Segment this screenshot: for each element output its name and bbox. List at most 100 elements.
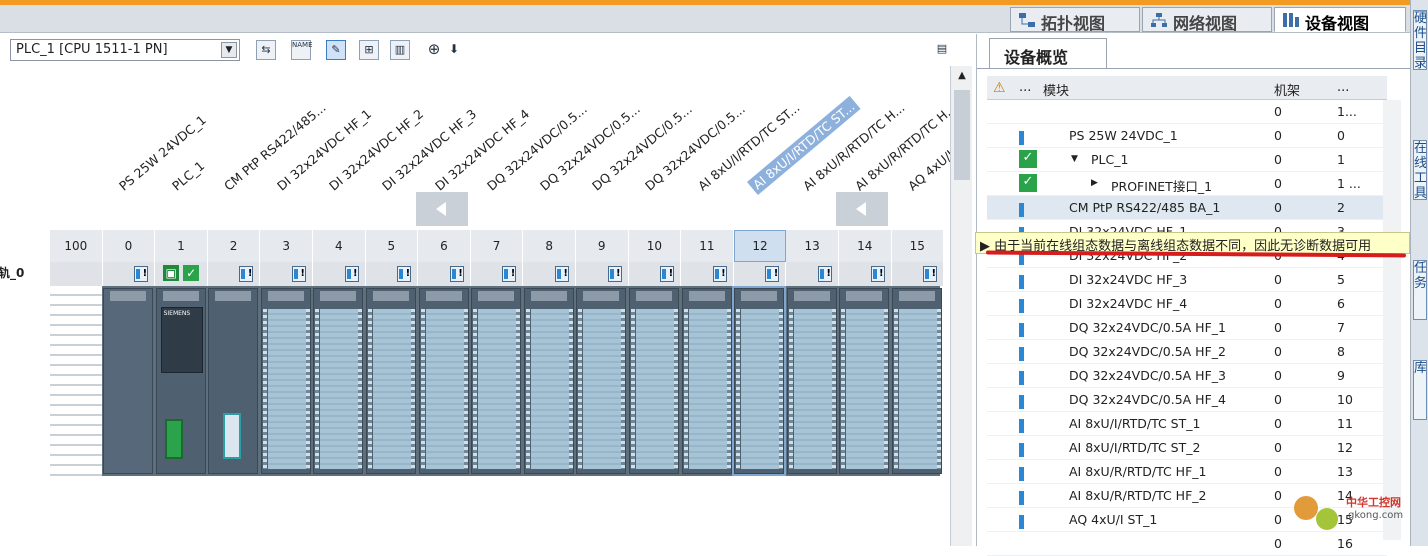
rack-module[interactable] [839,288,890,474]
slot-number[interactable]: 0 [102,230,156,262]
tab-network-view[interactable]: 网络视图 [1142,7,1272,33]
slot-number[interactable]: 8 [523,230,576,262]
slot-module-label[interactable]: DI 32x24VDC HF_1 [274,106,374,193]
table-row[interactable]: ! AI 8xU/I/RTD/TC ST_1 0 11 [987,412,1387,436]
table-row[interactable]: ! DQ 32x24VDC/0.5A HF_1 0 7 [987,316,1387,340]
diagnostic-unavailable-icon: ! [1019,487,1024,505]
slot-module-label[interactable]: PS 25W 24VDC_1 [116,112,209,193]
rack-module[interactable] [366,288,416,474]
table-row[interactable]: ! AI 8xU/R/RTD/TC HF_1 0 13 [987,460,1387,484]
table-row[interactable]: 0 1... [987,100,1387,124]
rack-module[interactable] [681,288,732,474]
slot-status-cell: ▣ ✓ [155,262,208,286]
table-row[interactable]: ! DQ 32x24VDC/0.5A HF_2 0 8 [987,340,1387,364]
slot-number[interactable]: 14 [838,230,892,262]
table-row[interactable]: ! DI 32x24VDC HF_3 0 5 [987,268,1387,292]
swap-icon[interactable]: ⇆ [256,40,276,60]
rack-module[interactable] [629,288,679,474]
rack-module[interactable] [208,288,259,474]
table-row[interactable]: ! CM PtP RS422/485 BA_1 0 2 [987,196,1387,220]
overview-scrollbar[interactable] [1383,100,1401,540]
diagnostic-unavailable-icon: ! [870,266,885,282]
tab-device-overview[interactable]: 设备概览 [989,38,1107,68]
zoom-icon[interactable]: ⊕ [424,40,444,60]
rack-module[interactable] [892,288,942,474]
slot-number[interactable]: 7 [470,230,524,262]
slot-number[interactable]: 12 [733,230,787,262]
slot-status-cell: ! [102,262,156,286]
rack-module[interactable] [732,286,787,476]
slot-module-label[interactable]: DI 32x24VDC HF_2 [326,106,426,193]
scroll-up-icon[interactable]: ▲ [954,70,970,86]
scroll-left-button[interactable] [416,192,468,226]
header-rack[interactable]: 机架 [1274,80,1300,99]
scroll-left-button-2[interactable] [836,192,888,226]
diagnostic-unavailable-icon: ! [712,266,727,282]
side-tab-libraries[interactable]: 库 [1413,360,1427,420]
table-row[interactable]: ! AI 8xU/I/RTD/TC ST_2 0 12 [987,436,1387,460]
slot-module-label[interactable]: PLC_1 [169,158,207,194]
slot-number[interactable]: 4 [312,230,366,262]
grid-icon[interactable]: ⊞ [359,40,379,60]
rack-value: 0 [1274,344,1282,359]
side-tab-hardware-catalog[interactable]: 硬件目录 [1413,10,1427,70]
diagnostics-header-icon[interactable]: ⚠ [993,80,1006,96]
slot-number[interactable]: 6 [418,230,471,262]
slot-module-label[interactable]: DQ 32x24VDC/0.5... [642,101,748,193]
side-tab-online-tools[interactable]: 在线工具 [1413,140,1427,200]
table-row[interactable]: ! DI 32x24VDC HF_4 0 6 [987,292,1387,316]
table-row[interactable]: ✓ ▶ PROFINET接口_1 0 1 ... [987,172,1387,196]
table-row[interactable]: ! PS 25W 24VDC_1 0 0 [987,124,1387,148]
tree-toggle-icon[interactable]: ▶ [1091,178,1098,188]
slot-module-label[interactable]: DI 32x24VDC HF_4 [432,106,532,193]
slot-number[interactable]: 100 [50,230,103,262]
chevron-down-icon[interactable]: ▼ [221,42,237,58]
panel-toggle-icon[interactable]: ▤ [932,40,952,60]
header-slot[interactable]: ... [1337,80,1349,95]
rack-module[interactable] [260,288,311,474]
header-module[interactable]: 模块 [1043,80,1069,99]
rack-module[interactable] [418,288,469,474]
slot-number[interactable]: 13 [786,230,839,262]
serial-connector [223,413,242,459]
table-row[interactable]: ! DQ 32x24VDC/0.5A HF_4 0 10 [987,388,1387,412]
module-header [373,291,409,301]
table-row[interactable]: ✓ ▼ PLC_1 0 1 [987,148,1387,172]
canvas-vertical-scrollbar[interactable]: ▲ [950,66,972,546]
slot-number[interactable]: 15 [891,230,945,262]
slot-status-cell: ! [312,262,366,286]
rack-module[interactable] [576,288,627,474]
slot-number[interactable]: 5 [365,230,419,262]
panel-icon[interactable]: ▥ [390,40,410,60]
slot-number[interactable]: 11 [681,230,734,262]
module-front [583,309,622,469]
side-tab-tasks[interactable]: 任务 [1413,260,1427,320]
device-icon [1283,13,1299,27]
tree-toggle-icon[interactable]: ▼ [1071,154,1078,164]
table-row[interactable]: ! DQ 32x24VDC/0.5A HF_3 0 9 [987,364,1387,388]
network-icon [1151,13,1167,27]
tab-topology-view[interactable]: 拓扑视图 [1010,7,1140,33]
rack-module[interactable] [471,288,522,474]
slot-number[interactable]: 9 [575,230,629,262]
slot-number[interactable]: 1 [155,230,208,262]
slot-number[interactable]: 10 [628,230,682,262]
tab-device-view[interactable]: 设备视图 [1274,7,1406,33]
rack-module[interactable] [313,288,364,474]
zoom-dropdown-icon[interactable]: ⬇ [444,40,464,60]
slot-number[interactable]: 3 [260,230,313,262]
rack-module[interactable]: SIEMENS [155,288,206,474]
rack-module[interactable] [523,288,574,474]
slot-module-label[interactable]: DQ 32x24VDC/0.5... [589,101,695,193]
device-select[interactable]: PLC_1 [CPU 1511-1 PN] ▼ [10,39,240,61]
slot-module-label[interactable]: DQ 32x24VDC/0.5... [484,101,590,193]
header-status[interactable]: ... [1019,80,1031,95]
slot-number[interactable]: 2 [207,230,261,262]
rack-value: 0 [1274,392,1282,407]
scroll-thumb[interactable] [954,90,970,180]
slot-module-label[interactable]: DI 32x24VDC HF_3 [379,106,479,193]
rack-module[interactable] [103,288,153,474]
rack-module[interactable] [786,288,837,474]
pen-icon[interactable]: ✎ [326,40,346,60]
show-name-button[interactable]: NAME [291,40,313,60]
